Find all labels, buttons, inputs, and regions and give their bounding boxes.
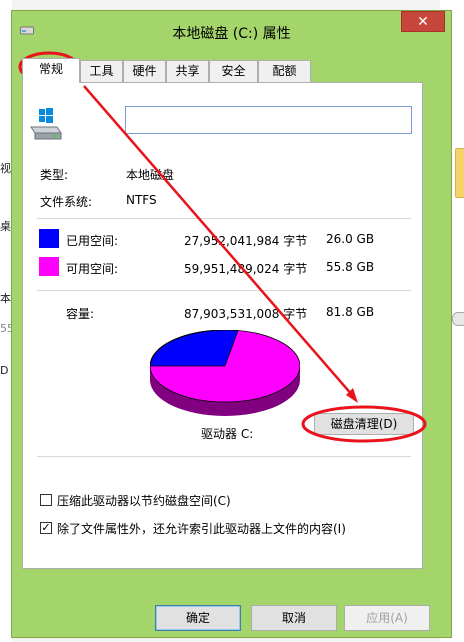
- used-space-size: 26.0 GB: [326, 232, 375, 246]
- capacity-size: 81.8 GB: [326, 305, 375, 319]
- desktop-text: 桌: [0, 220, 11, 233]
- drive-letter-label: 驱动器 C:: [201, 427, 254, 441]
- drive-icon[interactable]: [452, 312, 464, 326]
- used-space-label: 已用空间:: [66, 234, 119, 248]
- index-label: 除了文件属性外，还允许索引此驱动器上文件的内容(I): [57, 522, 346, 536]
- tab-tools[interactable]: 工具: [80, 60, 123, 82]
- index-checkbox[interactable]: ✓: [40, 522, 52, 534]
- type-label: 类型:: [40, 168, 69, 182]
- apply-button[interactable]: 应用(A): [344, 605, 430, 631]
- properties-window: 本地磁盘 (C:) 属性 ✕ 常规 工具 硬件 共享 安全 配额 确定 取消 应…: [11, 10, 452, 638]
- windows-drive-icon: [30, 108, 62, 140]
- filesystem-label: 文件系统:: [40, 195, 93, 209]
- folder-icon[interactable]: [455, 148, 464, 198]
- used-space-bytes: 27,952,041,984 字节: [184, 234, 308, 248]
- cancel-button[interactable]: 取消: [251, 605, 337, 631]
- separator: [37, 218, 411, 219]
- capacity-bytes: 87,903,531,008 字节: [184, 307, 308, 321]
- tab-security[interactable]: 安全: [209, 60, 258, 82]
- compress-checkbox[interactable]: [40, 494, 52, 506]
- used-space-swatch: [39, 229, 59, 248]
- desktop-text: 本: [0, 292, 11, 305]
- free-space-size: 55.8 GB: [326, 260, 375, 274]
- title-bar[interactable]: 本地磁盘 (C:) 属性 ✕: [12, 11, 451, 51]
- type-value: 本地磁盘: [126, 168, 175, 182]
- tab-quota[interactable]: 配额: [258, 60, 311, 82]
- ok-button[interactable]: 确定: [155, 605, 241, 631]
- free-space-swatch: [39, 257, 59, 276]
- free-space-label: 可用空间:: [66, 262, 119, 276]
- disk-cleanup-button[interactable]: 磁盘清理(D): [314, 413, 414, 435]
- capacity-label: 容量:: [66, 307, 95, 321]
- desktop-text: D: [0, 364, 9, 377]
- separator: [37, 456, 411, 457]
- tab-hardware[interactable]: 硬件: [123, 60, 166, 82]
- tab-sharing[interactable]: 共享: [166, 60, 209, 82]
- filesystem-value: NTFS: [126, 193, 157, 207]
- drive-name-input[interactable]: [125, 106, 412, 134]
- close-button[interactable]: ✕: [401, 11, 445, 32]
- tab-general[interactable]: 常规: [22, 58, 80, 83]
- compress-label: 压缩此驱动器以节约磁盘空间(C): [57, 494, 231, 508]
- disk-usage-pie: [150, 330, 300, 416]
- separator: [37, 290, 411, 291]
- desktop-text: 视: [0, 162, 11, 175]
- free-space-bytes: 59,951,489,024 字节: [184, 262, 308, 276]
- window-title: 本地磁盘 (C:) 属性: [172, 26, 291, 42]
